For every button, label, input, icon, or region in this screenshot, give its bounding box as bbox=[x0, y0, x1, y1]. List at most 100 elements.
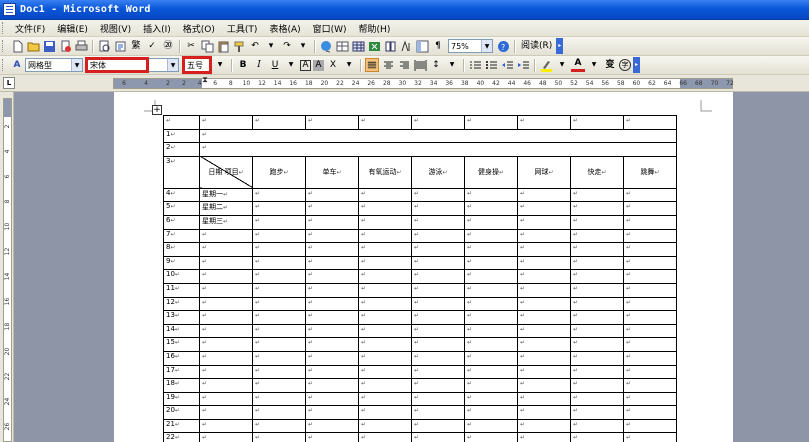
underline-button[interactable]: U bbox=[268, 58, 282, 72]
table-cell[interactable]: ↵ bbox=[411, 350, 465, 366]
table-cell[interactable]: ↵ bbox=[358, 115, 412, 130]
merged-cell[interactable]: ↵ bbox=[199, 142, 677, 157]
table-cell[interactable]: ↵ bbox=[570, 214, 624, 230]
redo-dropdown-icon[interactable]: ▾ bbox=[296, 39, 310, 53]
column-header[interactable]: 有氧运动↵ bbox=[358, 155, 412, 189]
table-cell[interactable]: ↵ bbox=[305, 187, 359, 203]
table-cell[interactable]: ↵ bbox=[517, 391, 571, 407]
indent-marker-icon[interactable]: ⧗ bbox=[202, 75, 208, 85]
styles-icon[interactable]: A bbox=[10, 58, 24, 72]
document-page[interactable]: + ↵ ↵ ↵ ↵ ↵ ↵ ↵ ↵ ↵ ↵ 1↵ ↵ 2↵ ↵ 3↵ 日期 项目↵ 跑步↵ 单车↵ 有氧运动↵ 游泳↵… bbox=[114, 92, 733, 442]
permission-icon[interactable] bbox=[58, 39, 72, 53]
font-name-dropdown[interactable]: ▼ bbox=[149, 58, 179, 72]
italic-button[interactable]: I bbox=[252, 58, 266, 72]
table-cell[interactable]: ↵ bbox=[517, 214, 571, 230]
zoom-select[interactable]: 75% ▼ bbox=[448, 39, 493, 53]
table-cell[interactable]: ↵ bbox=[623, 115, 677, 130]
table-cell[interactable]: ↵ bbox=[411, 201, 465, 216]
table-cell[interactable]: ↵ bbox=[517, 201, 571, 216]
table-cell[interactable]: ↵ bbox=[623, 405, 677, 420]
date-cell[interactable]: ↵ bbox=[199, 350, 253, 366]
font-color-dropdown-icon[interactable]: ▼ bbox=[587, 58, 601, 72]
row-number-cell[interactable]: 22↵ bbox=[163, 432, 200, 442]
table-cell[interactable]: ↵ bbox=[358, 310, 412, 325]
table-cell[interactable]: ↵ bbox=[305, 432, 359, 442]
tables-borders-icon[interactable] bbox=[335, 39, 349, 53]
font-size-dropdown-icon[interactable]: ▼ bbox=[213, 58, 227, 72]
table-cell[interactable]: ↵ bbox=[411, 432, 465, 442]
table-cell[interactable]: ↵ bbox=[517, 364, 571, 380]
menu-view[interactable]: 视图(V) bbox=[94, 22, 137, 35]
menu-file[interactable]: 文件(F) bbox=[9, 22, 51, 35]
table-cell[interactable]: ↵ bbox=[570, 228, 624, 244]
row-number-cell[interactable]: 4↵ bbox=[163, 187, 200, 203]
line-spacing-icon[interactable]: ↕ bbox=[429, 58, 443, 72]
row-number-cell[interactable]: 17↵ bbox=[163, 364, 200, 380]
table-cell[interactable]: ↵ bbox=[464, 364, 518, 380]
table-cell[interactable]: ↵ bbox=[517, 255, 571, 271]
help-icon[interactable]: ? bbox=[496, 39, 510, 53]
show-hide-icon[interactable]: ¶ bbox=[431, 39, 445, 53]
table-cell[interactable]: ↵ bbox=[252, 378, 306, 393]
character-scaling-icon[interactable]: X bbox=[326, 58, 340, 72]
column-header[interactable]: 跳舞↵ bbox=[623, 155, 677, 189]
date-cell[interactable]: ↵ bbox=[199, 337, 253, 352]
line-spacing-dropdown-icon[interactable]: ▼ bbox=[445, 58, 459, 72]
date-cell[interactable]: 星期二↵ bbox=[199, 201, 253, 216]
date-cell[interactable]: ↵ bbox=[199, 310, 253, 325]
table-cell[interactable]: ↵ bbox=[623, 269, 677, 284]
word-document-icon[interactable] bbox=[3, 3, 16, 16]
table-cell[interactable]: ↵ bbox=[464, 255, 518, 271]
table-cell[interactable]: ↵ bbox=[411, 228, 465, 244]
table-cell[interactable]: ↵ bbox=[623, 337, 677, 352]
table-cell[interactable]: ↵ bbox=[358, 214, 412, 230]
table-cell[interactable]: ↵ bbox=[623, 323, 677, 339]
table-cell[interactable]: ↵ bbox=[464, 242, 518, 257]
column-header[interactable]: 游泳↵ bbox=[411, 155, 465, 189]
align-right-icon[interactable] bbox=[397, 58, 411, 72]
table-cell[interactable]: ↵ bbox=[570, 323, 624, 339]
table-cell[interactable]: ↵ bbox=[623, 296, 677, 312]
numbering-icon[interactable] bbox=[468, 58, 482, 72]
table-cell[interactable]: ↵ bbox=[411, 187, 465, 203]
date-cell[interactable]: ↵ bbox=[199, 418, 253, 434]
copy-icon[interactable] bbox=[200, 39, 214, 53]
font-color-icon[interactable]: A bbox=[571, 59, 585, 72]
phonetic-guide-icon[interactable]: 变 bbox=[603, 58, 617, 72]
toolbar-grip[interactable] bbox=[2, 59, 5, 71]
date-cell[interactable]: ↵ bbox=[199, 323, 253, 339]
date-cell[interactable]: 星期一↵ bbox=[199, 187, 253, 203]
row-number-cell[interactable]: 5↵ bbox=[163, 201, 200, 216]
font-name-select[interactable]: 宋体 bbox=[85, 57, 149, 73]
table-cell[interactable]: ↵ bbox=[464, 323, 518, 339]
open-folder-icon[interactable] bbox=[26, 39, 40, 53]
table-cell[interactable]: ↵ bbox=[252, 350, 306, 366]
table-cell[interactable]: ↵ bbox=[623, 310, 677, 325]
table-cell[interactable]: ↵ bbox=[252, 115, 306, 130]
table-cell[interactable]: ↵ bbox=[305, 228, 359, 244]
align-justify-icon[interactable] bbox=[365, 58, 379, 72]
table-cell[interactable]: ↵ bbox=[358, 405, 412, 420]
table-cell[interactable]: ↵ bbox=[570, 187, 624, 203]
date-cell[interactable]: ↵ bbox=[199, 378, 253, 393]
table-cell[interactable]: ↵ bbox=[623, 350, 677, 366]
date-cell[interactable]: ↵ bbox=[199, 242, 253, 257]
table-cell[interactable]: ↵ bbox=[252, 432, 306, 442]
date-cell[interactable]: ↵ bbox=[199, 405, 253, 420]
table-cell[interactable]: ↵ bbox=[623, 242, 677, 257]
chevron-down-icon[interactable]: ▼ bbox=[71, 59, 82, 71]
diagonal-header-cell[interactable]: 日期 项目↵ bbox=[199, 155, 253, 189]
table-cell[interactable]: ↵ bbox=[252, 323, 306, 339]
character-border-icon[interactable]: A bbox=[300, 59, 311, 71]
table-cell[interactable]: ↵ bbox=[252, 228, 306, 244]
table-cell[interactable]: ↵ bbox=[464, 418, 518, 434]
row-number-cell[interactable]: 12↵ bbox=[163, 296, 200, 312]
spelling-icon[interactable]: 繁 bbox=[129, 39, 143, 53]
table-cell[interactable]: ↵ bbox=[252, 364, 306, 380]
date-cell[interactable]: ↵ bbox=[199, 391, 253, 407]
table-cell[interactable]: ↵ bbox=[305, 201, 359, 216]
table-cell[interactable]: ↵ bbox=[411, 255, 465, 271]
table-cell[interactable]: ↵ bbox=[623, 418, 677, 434]
row-number-cell[interactable]: 2↵ bbox=[163, 142, 200, 157]
table-cell[interactable]: ↵ bbox=[305, 364, 359, 380]
